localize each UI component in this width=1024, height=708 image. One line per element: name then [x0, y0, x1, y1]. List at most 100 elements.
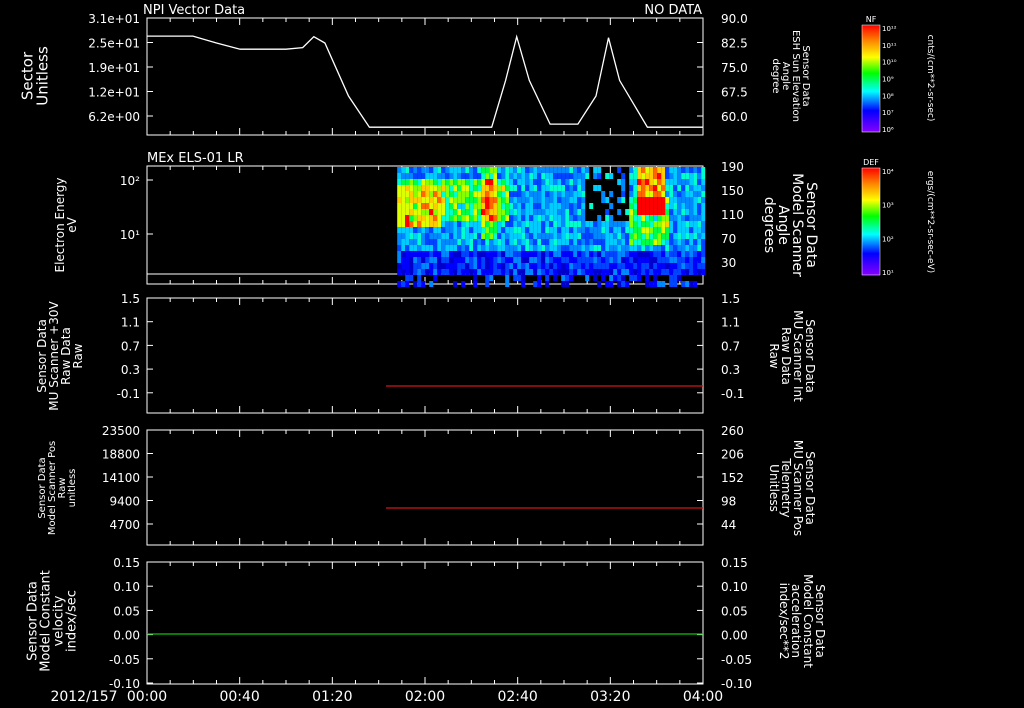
- heatmap-cell: [413, 191, 418, 197]
- heatmap-cell: [477, 269, 482, 275]
- heatmap-cell: [521, 197, 526, 203]
- heatmap-cell: [477, 179, 482, 185]
- heatmap-cell: [441, 245, 446, 251]
- heatmap-cell: [461, 179, 466, 185]
- heatmap-cell: [445, 245, 450, 251]
- heatmap-cell: [673, 215, 678, 221]
- heatmap-cell: [413, 269, 418, 275]
- heatmap-cell: [689, 209, 694, 215]
- heatmap-cell: [633, 185, 638, 191]
- heatmap-cell: [449, 251, 454, 257]
- heatmap-cell: [529, 245, 534, 251]
- heatmap-cell: [517, 191, 522, 197]
- heatmap-cell: [593, 275, 598, 281]
- heatmap-cell: [545, 197, 550, 203]
- heatmap-cell: [529, 197, 534, 203]
- heatmap-cell: [509, 185, 514, 191]
- heatmap-cell: [533, 191, 538, 197]
- heatmap-cell: [501, 269, 506, 275]
- heatmap-cell: [605, 263, 610, 269]
- heatmap-cell: [681, 239, 686, 245]
- heatmap-cell: [481, 239, 486, 245]
- heatmap-cell: [537, 191, 542, 197]
- heatmap-cell: [637, 179, 642, 185]
- heatmap-cell: [481, 167, 486, 173]
- heatmap-cell: [437, 203, 442, 209]
- heatmap-cell: [693, 239, 698, 245]
- heatmap-cell: [493, 239, 498, 245]
- colorbar-tick: 10⁷: [882, 109, 894, 117]
- heatmap-cell: [681, 215, 686, 221]
- heatmap-cell: [549, 191, 554, 197]
- heatmap-cell: [673, 191, 678, 197]
- heatmap-cell: [557, 221, 562, 227]
- heatmap-cell: [701, 191, 706, 197]
- heatmap-cell: [521, 185, 526, 191]
- heatmap-cell: [493, 209, 498, 215]
- heatmap-cell: [653, 179, 658, 185]
- heatmap-cell: [565, 269, 570, 275]
- heatmap-cell: [569, 263, 574, 269]
- heatmap-cell: [609, 215, 614, 221]
- y-tick-label: 206: [721, 448, 744, 462]
- heatmap-cell: [489, 167, 494, 173]
- heatmap-cell: [409, 275, 414, 281]
- heatmap-cell: [545, 257, 550, 263]
- panel2-right-label: Sensor DataModel ScannerAngledegrees: [761, 173, 819, 277]
- heatmap-cell: [453, 197, 458, 203]
- y-tick-label: 0.15: [113, 556, 140, 570]
- heatmap-cell: [693, 245, 698, 251]
- heatmap-cell: [473, 221, 478, 227]
- heatmap-cell: [505, 167, 510, 173]
- heatmap-cell: [417, 263, 422, 269]
- heatmap-cell: [453, 227, 458, 233]
- y-tick-label: 75.0: [721, 61, 748, 75]
- heatmap-cell: [697, 167, 702, 173]
- heatmap-cell: [397, 233, 402, 239]
- heatmap-cell: [421, 197, 426, 203]
- heatmap-cell: [645, 203, 650, 209]
- heatmap-cell: [597, 263, 602, 269]
- heatmap-cell: [485, 227, 490, 233]
- heatmap-cell: [405, 275, 410, 281]
- chart-canvas: NPI Vector Data NO DATA MEx ELS-01 LR 3.…: [19, 3, 936, 705]
- heatmap-cell: [649, 227, 654, 233]
- heatmap-cell: [405, 227, 410, 233]
- y-tick-label: 0.3: [721, 363, 740, 377]
- heatmap-cell: [529, 215, 534, 221]
- heatmap-cell: [429, 191, 434, 197]
- heatmap-cell: [557, 269, 562, 275]
- heatmap-cell: [437, 179, 442, 185]
- heatmap-cell: [621, 185, 626, 191]
- heatmap-cell: [641, 269, 646, 275]
- heatmap-cell: [429, 239, 434, 245]
- heatmap-cell: [653, 275, 658, 281]
- heatmap-cell: [653, 251, 658, 257]
- heatmap-cell: [617, 251, 622, 257]
- heatmap-cell: [461, 215, 466, 221]
- heatmap-cell: [409, 263, 414, 269]
- heatmap-cell: [501, 173, 506, 179]
- heatmap-cell: [545, 173, 550, 179]
- heatmap-cell: [593, 257, 598, 263]
- heatmap-cell: [545, 233, 550, 239]
- heatmap-cell: [701, 233, 706, 239]
- heatmap-cell: [413, 281, 418, 287]
- heatmap-cell: [469, 203, 474, 209]
- heatmap-cell: [425, 257, 430, 263]
- heatmap-cell: [585, 167, 590, 173]
- heatmap-cell: [429, 215, 434, 221]
- heatmap-cell: [569, 167, 574, 173]
- heatmap-cell: [585, 251, 590, 257]
- heatmap-cell: [501, 197, 506, 203]
- heatmap-cell: [629, 227, 634, 233]
- heatmap-cell: [649, 167, 654, 173]
- colorbar-tick: 10¹¹: [882, 42, 897, 50]
- heatmap-cell: [573, 257, 578, 263]
- heatmap-cell: [513, 251, 518, 257]
- heatmap-cell: [673, 203, 678, 209]
- heatmap-cell: [417, 179, 422, 185]
- heatmap-cell: [457, 251, 462, 257]
- heatmap-cell: [665, 179, 670, 185]
- heatmap-cell: [489, 239, 494, 245]
